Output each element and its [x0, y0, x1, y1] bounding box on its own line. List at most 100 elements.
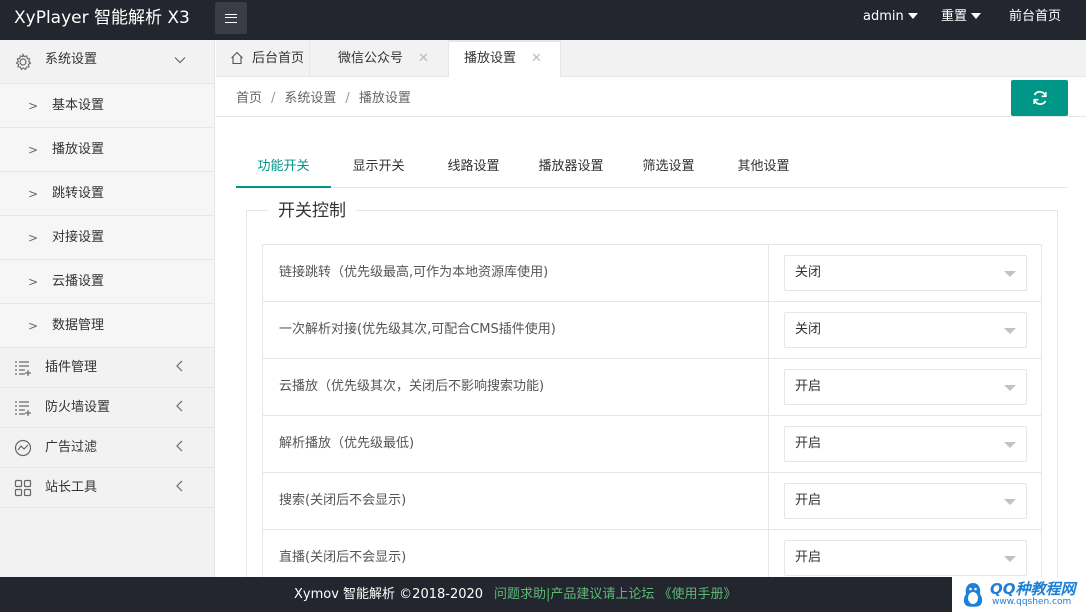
- table-row: 一次解析对接(优先级其次,可配合CMS插件使用) 关闭: [263, 301, 1041, 358]
- penguin-logo-icon: [963, 583, 983, 607]
- user-name: admin: [863, 9, 904, 24]
- content-divider: [216, 116, 1086, 117]
- table-row: 链接跳转（优先级最高,可作为本地资源库使用) 关闭: [263, 244, 1041, 301]
- row-label: 一次解析对接(优先级其次,可配合CMS插件使用): [263, 302, 769, 358]
- chevron-down-icon: [174, 57, 186, 64]
- breadcrumb-item[interactable]: 首页: [236, 91, 262, 106]
- tab-player-settings[interactable]: 播放器设置: [521, 148, 621, 188]
- dropdown-arrow-icon: [1004, 328, 1016, 334]
- breadcrumb-item[interactable]: 系统设置: [284, 91, 336, 106]
- reset-label: 重置: [941, 9, 968, 24]
- sidebar-item-label: 数据管理: [52, 318, 105, 333]
- chevron-right-icon: >: [28, 231, 39, 245]
- sidebar-group-tools[interactable]: 站长工具: [0, 468, 214, 508]
- chevron-right-icon: >: [28, 275, 39, 289]
- chevron-left-icon: [176, 480, 183, 492]
- select-value: 开启: [795, 493, 822, 508]
- tab-label: 后台首页: [252, 51, 305, 66]
- tab-other-settings[interactable]: 其他设置: [716, 148, 811, 188]
- home-icon: [231, 51, 243, 65]
- sidebar-group-plugins[interactable]: 插件管理: [0, 348, 214, 388]
- sidebar-item-play[interactable]: > 播放设置: [0, 128, 214, 172]
- settings-tabs: 功能开关 显示开关 线路设置 播放器设置 筛选设置 其他设置: [236, 148, 1068, 188]
- sidebar-group-ads[interactable]: 广告过滤: [0, 428, 214, 468]
- sidebar-item-redirect[interactable]: > 跳转设置: [0, 172, 214, 216]
- sidebar-group-label: 防火墙设置: [45, 400, 111, 415]
- select-value: 关闭: [795, 265, 822, 280]
- caret-down-icon: [907, 12, 918, 19]
- sidebar-group-label: 系统设置: [45, 52, 98, 67]
- refresh-icon: [1032, 90, 1047, 106]
- sidebar-group-system[interactable]: 系统设置: [0, 40, 214, 84]
- sidebar-item-cloud[interactable]: > 云播设置: [0, 260, 214, 304]
- breadcrumb-item: 播放设置: [358, 91, 411, 106]
- sidebar-group-label: 站长工具: [45, 480, 98, 495]
- table-row: 搜索(关闭后不会显示) 开启: [263, 472, 1041, 529]
- sidebar-group-firewall[interactable]: 防火墙设置: [0, 388, 214, 428]
- menu-toggle-button[interactable]: [215, 2, 247, 34]
- tab-label: 播放设置: [464, 51, 517, 66]
- tab-home[interactable]: 后台首页: [216, 40, 310, 77]
- tab-filter-settings[interactable]: 筛选设置: [621, 148, 716, 188]
- search-select[interactable]: 开启: [784, 483, 1027, 519]
- link-redirect-select[interactable]: 关闭: [784, 255, 1027, 291]
- sidebar-item-label: 对接设置: [52, 230, 105, 245]
- fieldset-legend: 开关控制: [268, 200, 356, 222]
- chevron-right-icon: >: [28, 99, 39, 113]
- tab-play-settings[interactable]: 播放设置 ✕: [449, 40, 561, 77]
- chevron-left-icon: [176, 400, 183, 412]
- sidebar-item-docking[interactable]: > 对接设置: [0, 216, 214, 260]
- tab-route-settings[interactable]: 线路设置: [426, 148, 521, 188]
- sidebar-group-label: 插件管理: [45, 360, 98, 375]
- breadcrumb: 首页 / 系统设置 / 播放设置: [236, 91, 411, 106]
- row-label: 云播放（优先级其次，关闭后不影响搜索功能): [263, 359, 769, 415]
- watermark-title: QQ种教程网: [990, 580, 1076, 598]
- tab-feature-switch[interactable]: 功能开关: [236, 148, 331, 188]
- page-tabs-bar: 后台首页 微信公众号 ✕ 播放设置 ✕: [216, 40, 1086, 77]
- chevron-left-icon: [176, 440, 183, 452]
- list-icon: [15, 401, 31, 416]
- row-label: 搜索(关闭后不会显示): [263, 473, 769, 529]
- frontend-link[interactable]: 前台首页: [1009, 0, 1061, 36]
- chevron-right-icon: >: [28, 187, 39, 201]
- reset-menu[interactable]: 重置: [941, 0, 982, 36]
- chevron-right-icon: >: [28, 319, 39, 333]
- list-icon: [15, 361, 31, 376]
- row-label: 链接跳转（优先级最高,可作为本地资源库使用): [263, 245, 769, 301]
- sidebar: 系统设置 > 基本设置 > 播放设置 > 跳转设置 > 对接设置 > 云播设置 …: [0, 40, 215, 578]
- select-value: 开启: [795, 379, 822, 394]
- sidebar-item-basic[interactable]: > 基本设置: [0, 84, 214, 128]
- user-menu[interactable]: admin: [863, 0, 918, 36]
- sidebar-item-label: 基本设置: [52, 98, 105, 113]
- watermark: QQ种教程网 www.qqshen.com: [952, 577, 1086, 612]
- cloud-play-select[interactable]: 开启: [784, 369, 1027, 405]
- close-icon[interactable]: ✕: [418, 40, 429, 77]
- footer-help-link[interactable]: 问题求助|产品建议请上论坛 《使用手册》: [494, 577, 737, 612]
- tab-label: 微信公众号: [338, 51, 404, 66]
- chart-line-icon: [14, 439, 32, 457]
- dropdown-arrow-icon: [1004, 499, 1016, 505]
- app-logo[interactable]: XyPlayer 智能解析 X3: [14, 0, 190, 40]
- refresh-button[interactable]: [1011, 80, 1068, 116]
- caret-down-icon: [971, 12, 982, 19]
- sidebar-item-label: 云播设置: [52, 274, 105, 289]
- footer: Xymov 智能解析 ©2018-2020 问题求助|产品建议请上论坛 《使用手…: [0, 577, 1086, 612]
- live-select[interactable]: 开启: [784, 540, 1027, 576]
- close-icon[interactable]: ✕: [531, 42, 542, 75]
- tab-wechat[interactable]: 微信公众号 ✕: [310, 40, 449, 77]
- top-header: XyPlayer 智能解析 X3 admin 重置 前台首页: [0, 0, 1086, 40]
- parse-play-select[interactable]: 开启: [784, 426, 1027, 462]
- dropdown-arrow-icon: [1004, 442, 1016, 448]
- sidebar-item-label: 播放设置: [52, 142, 105, 157]
- tab-display-switch[interactable]: 显示开关: [331, 148, 426, 188]
- select-value: 开启: [795, 550, 822, 565]
- gear-icon: [15, 53, 32, 71]
- table-row: 云播放（优先级其次，关闭后不影响搜索功能) 开启: [263, 358, 1041, 415]
- first-parse-select[interactable]: 关闭: [784, 312, 1027, 348]
- select-value: 关闭: [795, 322, 822, 337]
- dropdown-arrow-icon: [1004, 556, 1016, 562]
- dropdown-arrow-icon: [1004, 385, 1016, 391]
- footer-copyright: Xymov 智能解析 ©2018-2020: [294, 587, 484, 602]
- chevron-left-icon: [176, 360, 183, 372]
- sidebar-item-data[interactable]: > 数据管理: [0, 304, 214, 348]
